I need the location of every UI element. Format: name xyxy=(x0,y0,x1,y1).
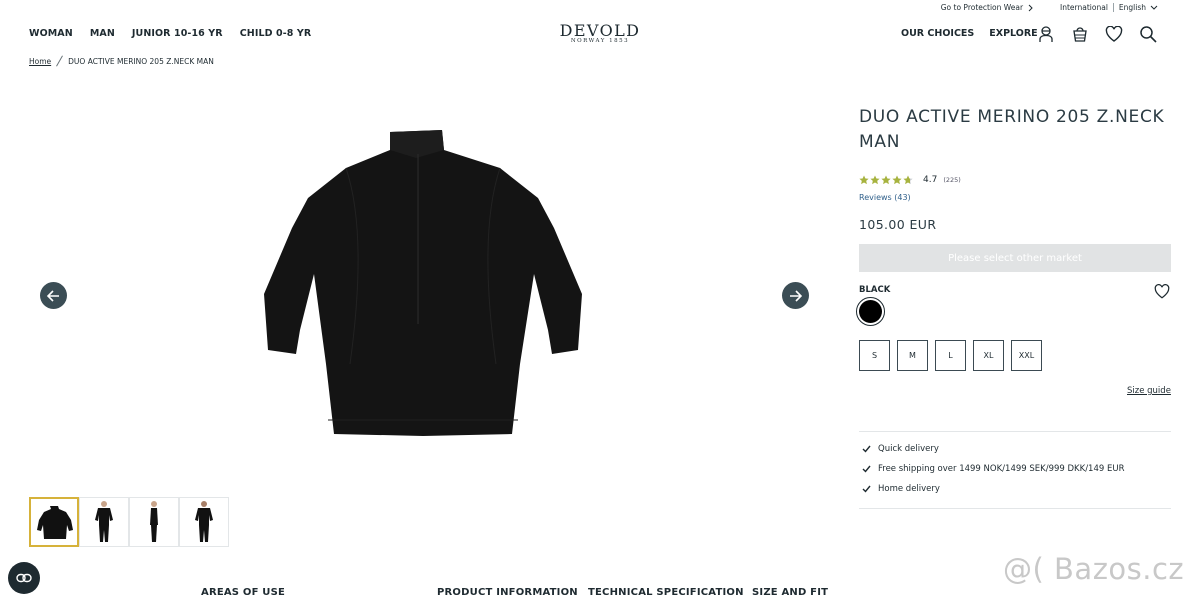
thumbnail-4[interactable] xyxy=(179,497,229,547)
usp-text: Home delivery xyxy=(878,484,940,494)
divider xyxy=(859,508,1171,509)
select-market-button[interactable]: Please select other market xyxy=(859,244,1171,272)
thumbnail-3[interactable] xyxy=(129,497,179,547)
product-rating[interactable]: 4.7 (225) xyxy=(859,175,961,185)
divider xyxy=(859,431,1171,432)
reviews-link[interactable]: Reviews (43) xyxy=(859,193,911,202)
size-option-xl[interactable]: XL xyxy=(973,340,1004,371)
gallery-next-button[interactable] xyxy=(782,282,809,309)
star-icon xyxy=(881,175,891,185)
language-label: English xyxy=(1118,3,1146,12)
usp-item: Quick delivery xyxy=(862,444,939,454)
thumbnail-1[interactable] xyxy=(29,497,79,547)
language-selector[interactable]: English xyxy=(1119,3,1158,12)
arrow-right-icon xyxy=(790,289,802,302)
cart-icon[interactable] xyxy=(1070,24,1090,44)
size-option-l[interactable]: L xyxy=(935,340,966,371)
secondary-nav: OUR CHOICES EXPLORE xyxy=(901,28,1038,39)
color-swatch-black[interactable] xyxy=(856,297,885,326)
nav-man[interactable]: MAN xyxy=(90,28,115,39)
nav-explore[interactable]: EXPLORE xyxy=(989,28,1037,39)
star-icon xyxy=(892,175,902,185)
utility-bar: Go to Protection Wear International Engl… xyxy=(941,3,1158,12)
usp-text: Quick delivery xyxy=(878,444,939,454)
star-icon xyxy=(870,175,880,185)
usp-item: Home delivery xyxy=(862,484,940,494)
breadcrumb: Home DUO ACTIVE MERINO 205 Z.NECK MAN xyxy=(29,55,214,67)
wishlist-heart-icon[interactable] xyxy=(1104,24,1124,44)
header-icons xyxy=(1036,24,1158,44)
watermark: @( Bazos.cz xyxy=(1003,552,1185,586)
size-option-s[interactable]: S xyxy=(859,340,890,371)
rating-stars xyxy=(859,175,913,185)
usp-item: Free shipping over 1499 NOK/1499 SEK/999… xyxy=(862,464,1124,474)
size-guide-link[interactable]: Size guide xyxy=(1127,386,1171,396)
color-label: BLACK xyxy=(859,285,891,295)
protection-wear-link[interactable]: Go to Protection Wear xyxy=(941,3,1034,12)
gallery-prev-button[interactable] xyxy=(40,282,67,309)
chat-button[interactable] xyxy=(8,562,40,594)
thumbnail-2[interactable] xyxy=(79,497,129,547)
checkmark-icon xyxy=(862,485,871,493)
checkmark-icon xyxy=(862,465,871,473)
size-selector: S M L XL XXL xyxy=(859,340,1042,371)
product-price: 105.00 EUR xyxy=(859,217,937,232)
protection-wear-label: Go to Protection Wear xyxy=(940,3,1024,12)
devold-logo[interactable]: DEVOLD NORWAY 1853 xyxy=(551,21,649,44)
tab-technical-specification[interactable]: TECHNICAL SPECIFICATION xyxy=(588,587,744,598)
tab-size-and-fit[interactable]: SIZE AND FIT xyxy=(752,587,828,598)
breadcrumb-separator xyxy=(56,55,64,67)
product-main-image xyxy=(258,124,588,440)
main-nav: WOMAN MAN JUNIOR 10-16 YR CHILD 0-8 YR xyxy=(29,28,311,39)
star-icon xyxy=(859,175,869,185)
chevron-right-icon xyxy=(1028,4,1033,11)
breadcrumb-current: DUO ACTIVE MERINO 205 Z.NECK MAN xyxy=(68,56,214,66)
nav-our-choices[interactable]: OUR CHOICES xyxy=(901,28,974,39)
chevron-down-icon xyxy=(1150,5,1158,10)
tab-product-information[interactable]: PRODUCT INFORMATION xyxy=(437,587,578,598)
thumbnail-strip xyxy=(29,497,229,547)
rating-count: (225) xyxy=(943,176,961,184)
product-title: DUO ACTIVE MERINO 205 Z.NECK MAN xyxy=(859,107,1165,152)
search-icon[interactable] xyxy=(1138,24,1158,44)
account-icon[interactable] xyxy=(1036,24,1056,44)
nav-child[interactable]: CHILD 0-8 YR xyxy=(240,28,312,39)
tab-areas-of-use[interactable]: AREAS OF USE xyxy=(201,587,285,598)
rating-value: 4.7 xyxy=(923,175,938,185)
region-selector[interactable]: International xyxy=(1060,3,1108,12)
link-icon xyxy=(16,573,32,583)
star-half-icon xyxy=(903,175,913,185)
checkmark-icon xyxy=(862,445,871,453)
nav-junior[interactable]: JUNIOR 10-16 YR xyxy=(132,28,223,39)
breadcrumb-home[interactable]: Home xyxy=(29,57,51,66)
nav-woman[interactable]: WOMAN xyxy=(29,28,73,39)
swatch-dot xyxy=(859,300,882,323)
arrow-left-icon xyxy=(47,289,59,302)
size-option-xxl[interactable]: XXL xyxy=(1011,340,1042,371)
divider xyxy=(1112,3,1114,12)
size-option-m[interactable]: M xyxy=(897,340,928,371)
add-to-wishlist-heart-icon[interactable] xyxy=(1154,283,1170,303)
usp-text: Free shipping over 1499 NOK/1499 SEK/999… xyxy=(878,464,1125,474)
